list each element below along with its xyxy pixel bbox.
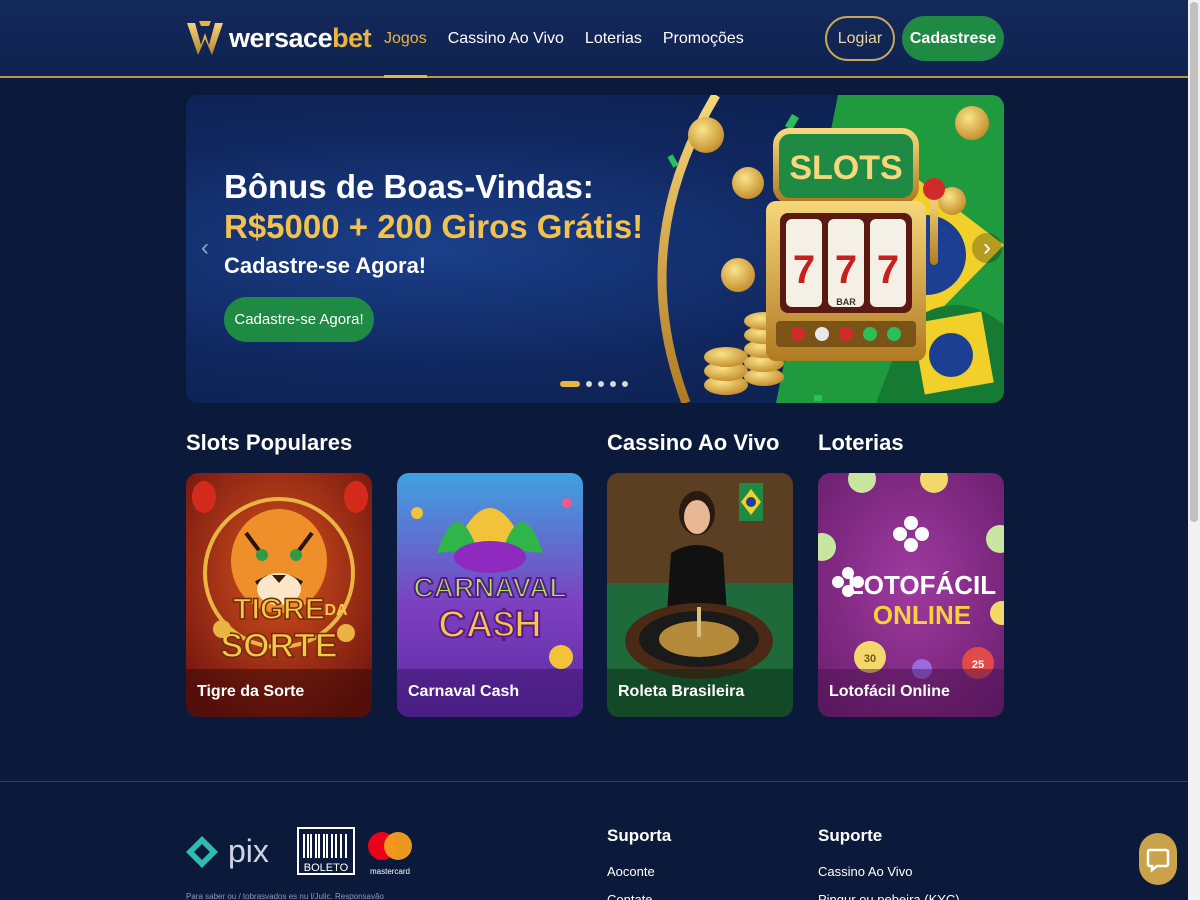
footer-link-cassino-ao-vivo[interactable]: Cassino Ao Vivo: [818, 864, 912, 879]
carnaval-game-art: CARNAVAL CA$H: [397, 473, 583, 717]
boleto-icon: BOLETO: [297, 827, 355, 875]
mastercard-icon: mastercard: [368, 832, 412, 876]
section-title-slots: Slots Populares: [186, 430, 353, 455]
svg-text:SORTE: SORTE: [220, 627, 337, 665]
svg-text:CA$H: CA$H: [438, 604, 541, 646]
svg-text:CARNAVAL: CARNAVAL: [414, 572, 567, 603]
svg-text:LOTOFÁCIL: LOTOFÁCIL: [848, 570, 996, 600]
carousel-prev-icon[interactable]: ‹: [190, 233, 220, 263]
nav-item-jogos[interactable]: Jogos: [384, 0, 427, 78]
hero-banner: Bônus de Boas-Vindas: R$5000 + 200 Giros…: [186, 95, 1004, 403]
signup-button[interactable]: Cadastrese: [902, 16, 1004, 61]
svg-text:7: 7: [835, 248, 857, 292]
footer-title-suporta: Suporta: [607, 826, 672, 845]
brand-name: wersacebet: [229, 22, 372, 53]
footer-title-suporte: Suporte: [818, 826, 883, 845]
pix-icon: pix: [186, 833, 269, 869]
scrollbar-thumb[interactable]: [1190, 2, 1198, 522]
hero-title: Bônus de Boas-Vindas: R$5000 + 200 Giros…: [224, 167, 643, 247]
svg-text:ONLINE: ONLINE: [873, 600, 971, 630]
tiger-game-art: TIGRE DA SORTE: [186, 473, 372, 717]
payment-logos: pix BOLETO mastercard: [186, 827, 412, 876]
hero-signup-button[interactable]: Cadastre-se Agora!: [224, 297, 374, 342]
svg-text:DA: DA: [324, 602, 348, 619]
svg-text:7: 7: [793, 248, 815, 292]
nav-item-loterias[interactable]: Loterias: [585, 0, 642, 78]
carousel-dot-3[interactable]: [598, 381, 604, 387]
section-title-lottery: Loterias: [818, 430, 904, 455]
svg-text:SLOTS: SLOTS: [789, 149, 902, 187]
game-card-label: Carnaval Cash: [408, 683, 520, 700]
footer-link-contate[interactable]: Contate: [607, 892, 653, 900]
svg-text:pix: pix: [228, 833, 269, 869]
top-header: wersacebet Jogos Cassino Ao Vivo Loteria…: [0, 0, 1188, 78]
logo-w-icon: [187, 21, 223, 55]
roulette-dealer-art: [607, 473, 793, 717]
main-nav: Jogos Cassino Ao Vivo Loterias Promoções: [384, 0, 765, 78]
carousel-dots: [560, 381, 634, 387]
game-card-label: Tigre da Sorte: [197, 683, 305, 700]
svg-text:mastercard: mastercard: [370, 867, 410, 876]
game-card-lotofacil-online[interactable]: 30 25 LOTOFÁCIL ONLINE Lotofácil Online: [818, 473, 1004, 717]
game-card-carnaval-cash[interactable]: CARNAVAL CA$H Carnaval Cash: [397, 473, 583, 717]
svg-text:BAR: BAR: [836, 297, 856, 307]
nav-item-promocoes[interactable]: Promoções: [663, 0, 744, 78]
carousel-dot-5[interactable]: [622, 381, 628, 387]
footer-link-aoconte[interactable]: Aoconte: [607, 864, 655, 879]
carousel-dot-4[interactable]: [610, 381, 616, 387]
game-card-roleta-brasileira[interactable]: Roleta Brasileira: [607, 473, 793, 717]
slot-machine-illustration: SLOTS 7 7 7 BAR: [657, 95, 1004, 403]
footer-link-kyc[interactable]: Pingur ou pebeira (KYC): [818, 892, 960, 900]
svg-text:30: 30: [864, 653, 876, 665]
hero-subtitle: Cadastre-se Agora!: [224, 253, 427, 278]
footer-divider: [0, 781, 1188, 782]
hero-title-line2: R$5000 + 200 Giros Grátis!: [224, 208, 644, 245]
game-card-tigre-da-sorte[interactable]: TIGRE DA SORTE Tigre da Sorte: [186, 473, 372, 717]
footer-legal-text: Para saber ou / tobrasvados es nu l/Juli…: [186, 892, 384, 900]
live-chat-button[interactable]: [1139, 833, 1177, 885]
chat-bubble-icon: [1146, 848, 1170, 873]
hero-title-line1: Bônus de Boas-Vindas:: [224, 168, 594, 205]
nav-item-cassino-ao-vivo[interactable]: Cassino Ao Vivo: [448, 0, 564, 78]
section-title-live: Cassino Ao Vivo: [607, 430, 780, 455]
svg-text:7: 7: [877, 248, 899, 292]
login-button[interactable]: Logiar: [825, 16, 895, 61]
carousel-next-icon[interactable]: ›: [972, 233, 1002, 263]
svg-text:BOLETO: BOLETO: [304, 862, 349, 874]
game-card-label: Lotofácil Online: [829, 683, 950, 700]
page-scrollbar[interactable]: [1188, 0, 1200, 900]
game-card-label: Roleta Brasileira: [618, 683, 745, 700]
svg-text:TIGRE: TIGRE: [233, 593, 325, 626]
carousel-dot-1[interactable]: [560, 381, 580, 387]
lotofacil-game-art: 30 25 LOTOFÁCIL ONLINE: [818, 473, 1004, 717]
carousel-dot-2[interactable]: [586, 381, 592, 387]
brand-logo[interactable]: wersacebet: [185, 16, 372, 60]
